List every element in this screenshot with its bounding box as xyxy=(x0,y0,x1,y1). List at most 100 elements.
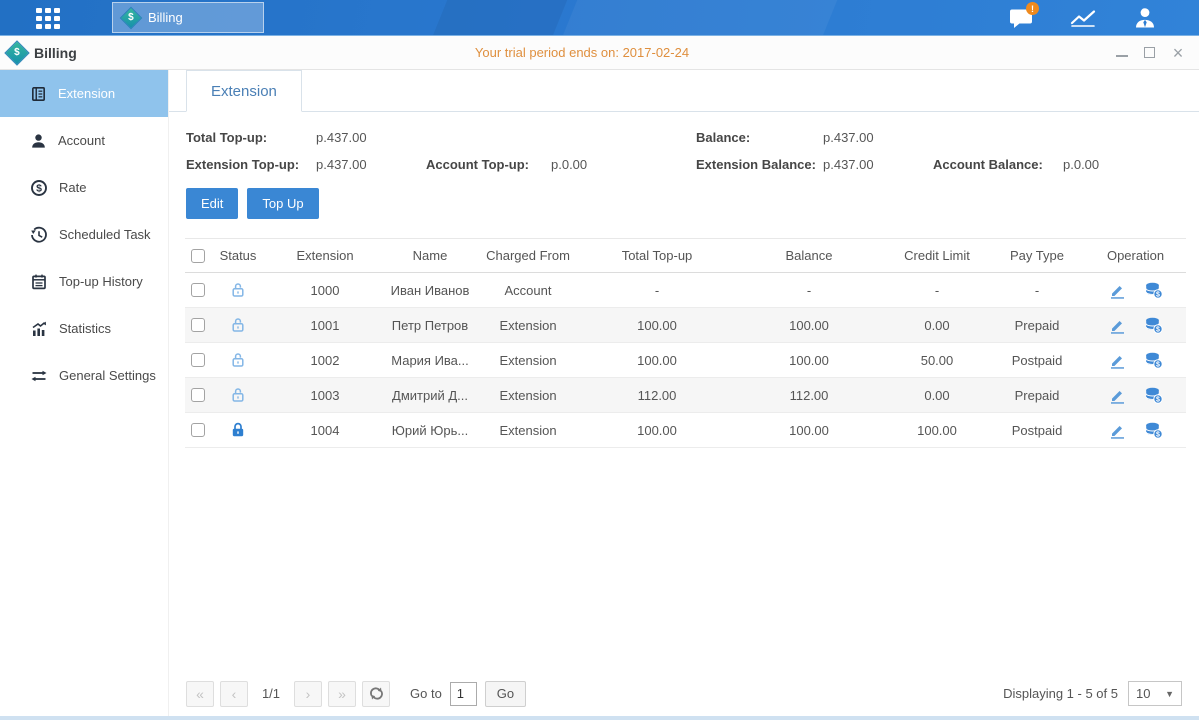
column-header-pay-type: Pay Type xyxy=(989,239,1085,273)
account-topup-label: Account Top-up: xyxy=(426,157,551,172)
page-size-value: 10 xyxy=(1136,686,1150,701)
sidebar-item-rate[interactable]: $ Rate xyxy=(0,164,168,211)
edit-pencil-icon[interactable] xyxy=(1108,281,1126,299)
refresh-icon xyxy=(369,686,384,701)
sidebar-item-statistics[interactable]: Statistics xyxy=(0,305,168,352)
sidebar-item-general-settings[interactable]: General Settings xyxy=(0,352,168,399)
svg-text:$: $ xyxy=(1156,397,1160,404)
page-size-dropdown[interactable]: 10 ▼ xyxy=(1128,681,1182,706)
main-content: Extension Total Top-up: p.437.00 Balance… xyxy=(168,70,1199,716)
credit-limit-cell: - xyxy=(885,273,989,308)
window-title-text: Billing xyxy=(34,45,77,61)
balance-cell: 100.00 xyxy=(733,308,885,343)
balance-cell: - xyxy=(733,273,885,308)
balance-cell: 100.00 xyxy=(733,413,885,448)
operation-cell: $ xyxy=(1085,281,1186,299)
close-icon[interactable]: × xyxy=(1171,46,1185,60)
row-checkbox[interactable] xyxy=(191,283,205,297)
ledger-icon xyxy=(30,85,47,103)
top-up-coins-icon[interactable]: $ xyxy=(1144,281,1163,299)
table-row[interactable]: 1001 Петр Петров Extension 100.00 100.00… xyxy=(185,308,1186,343)
next-page-button[interactable]: › xyxy=(294,681,322,707)
balance-cell: 100.00 xyxy=(733,343,885,378)
operation-cell: $ xyxy=(1085,351,1186,369)
edit-pencil-icon[interactable] xyxy=(1108,421,1126,439)
name-cell: Иван Иванов xyxy=(385,273,475,308)
app-launcher-grid-icon[interactable] xyxy=(36,8,68,29)
sidebar-item-topup-history[interactable]: Top-up History xyxy=(0,258,168,305)
refresh-button[interactable] xyxy=(362,681,390,707)
row-checkbox[interactable] xyxy=(191,423,205,437)
name-cell: Петр Петров xyxy=(385,308,475,343)
notifications-chat-icon[interactable]: ! xyxy=(1007,5,1035,31)
table-row[interactable]: 1000 Иван Иванов Account - - - - $ xyxy=(185,273,1186,308)
top-up-button[interactable]: Top Up xyxy=(247,188,318,219)
statistics-chart-icon xyxy=(30,320,48,338)
minimize-icon[interactable] xyxy=(1116,49,1128,57)
total-topup-cell: 100.00 xyxy=(581,308,733,343)
sidebar-item-label: Extension xyxy=(58,86,115,101)
table-row[interactable]: 1002 Мария Ива... Extension 100.00 100.0… xyxy=(185,343,1186,378)
window-app-title: $ Billing xyxy=(8,44,168,62)
trial-period-message: Your trial period ends on: 2017-02-24 xyxy=(168,45,1116,60)
extension-balance-label: Extension Balance: xyxy=(696,157,823,172)
status-cell xyxy=(211,343,265,378)
extension-cell: 1003 xyxy=(265,378,385,413)
extension-cell: 1004 xyxy=(265,413,385,448)
pay-type-cell: Prepaid xyxy=(989,378,1085,413)
sidebar-item-extension[interactable]: Extension xyxy=(0,70,168,117)
edit-pencil-icon[interactable] xyxy=(1108,351,1126,369)
edit-button[interactable]: Edit xyxy=(186,188,238,219)
account-balance-value: p.0.00 xyxy=(1063,157,1199,172)
name-cell: Дмитрий Д... xyxy=(385,378,475,413)
taskbar-item-billing[interactable]: $ Billing xyxy=(112,2,264,33)
top-up-coins-icon[interactable]: $ xyxy=(1144,351,1163,369)
unlocked-icon xyxy=(229,351,247,369)
first-page-button[interactable]: « xyxy=(186,681,214,707)
topbar-decoration xyxy=(563,0,838,36)
goto-page-input[interactable] xyxy=(450,682,477,706)
tab-extension[interactable]: Extension xyxy=(186,70,302,112)
row-checkbox[interactable] xyxy=(191,388,205,402)
prev-page-button[interactable]: ‹ xyxy=(220,681,248,707)
top-up-coins-icon[interactable]: $ xyxy=(1144,316,1163,334)
sidebar-item-account[interactable]: Account xyxy=(0,117,168,164)
billing-dollar-diamond-icon: $ xyxy=(120,6,143,29)
toolbar: Edit Top Up xyxy=(186,188,1199,219)
svg-text:$: $ xyxy=(1156,292,1160,299)
balance-label: Balance: xyxy=(696,130,823,145)
column-header-balance: Balance xyxy=(733,239,885,273)
column-header-status: Status xyxy=(211,239,265,273)
total-topup-value: p.437.00 xyxy=(316,130,426,145)
svg-text:$: $ xyxy=(1156,432,1160,439)
column-header-extension: Extension xyxy=(265,239,385,273)
top-up-coins-icon[interactable]: $ xyxy=(1144,386,1163,404)
row-checkbox[interactable] xyxy=(191,318,205,332)
row-checkbox[interactable] xyxy=(191,353,205,367)
person-icon xyxy=(30,132,47,150)
status-cell xyxy=(211,378,265,413)
status-cell xyxy=(211,273,265,308)
pay-type-cell: Prepaid xyxy=(989,308,1085,343)
total-topup-label: Total Top-up: xyxy=(186,130,316,145)
table-row[interactable]: 1003 Дмитрий Д... Extension 112.00 112.0… xyxy=(185,378,1186,413)
extension-table-body: 1000 Иван Иванов Account - - - - $ xyxy=(185,273,1186,448)
top-up-coins-icon[interactable]: $ xyxy=(1144,421,1163,439)
goto-label: Go to xyxy=(410,686,442,701)
svg-text:$: $ xyxy=(1156,362,1160,369)
user-account-icon[interactable] xyxy=(1131,5,1159,31)
resource-monitor-chart-icon[interactable] xyxy=(1069,5,1097,31)
edit-pencil-icon[interactable] xyxy=(1108,386,1126,404)
column-header-name: Name xyxy=(385,239,475,273)
table-row[interactable]: 1004 Юрий Юрь... Extension 100.00 100.00… xyxy=(185,413,1186,448)
column-header-operation: Operation xyxy=(1085,239,1186,273)
edit-pencil-icon[interactable] xyxy=(1108,316,1126,334)
sidebar-item-scheduled-task[interactable]: Scheduled Task xyxy=(0,211,168,258)
maximize-icon[interactable] xyxy=(1144,47,1155,58)
go-button[interactable]: Go xyxy=(485,681,526,707)
extension-cell: 1002 xyxy=(265,343,385,378)
status-cell xyxy=(211,413,265,448)
last-page-button[interactable]: » xyxy=(328,681,356,707)
select-all-checkbox[interactable] xyxy=(191,249,205,263)
table-header-row: Status Extension Name Charged From Total… xyxy=(185,239,1186,273)
